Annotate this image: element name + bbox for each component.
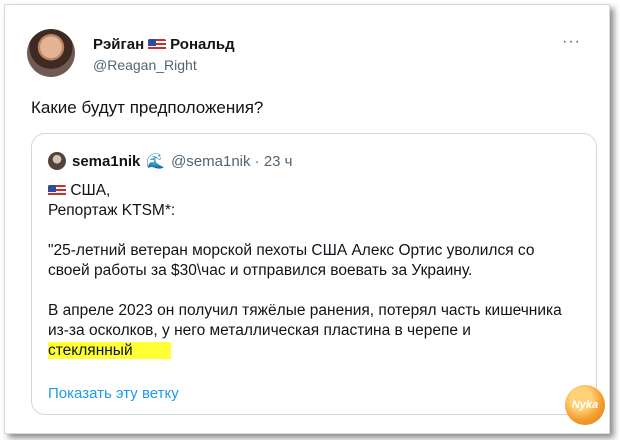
quoted-author-handle-time[interactable]: @sema1nik · 23 ч — [171, 153, 292, 170]
country-line: США, — [48, 181, 580, 201]
paragraph-2-text: В апреле 2023 он получил тяжёлые ранения… — [48, 302, 562, 339]
us-flag-icon — [48, 184, 66, 197]
show-thread-link[interactable]: Показать эту ветку — [48, 385, 179, 402]
quoted-tweet-header: sema1nik 🌊 @sema1nik · 23 ч — [48, 152, 293, 170]
quoted-tweet-body: США, Репортаж KTSM*: "25-летний ветеран … — [48, 181, 580, 361]
paragraph-1: "25-летний ветеран морской пехоты США Ал… — [48, 242, 535, 279]
more-options-icon[interactable]: ··· — [562, 33, 581, 51]
us-flag-icon — [148, 38, 167, 51]
author-last-name[interactable]: Рональд — [170, 36, 234, 53]
highlighted-word: стеклянный — [48, 342, 171, 359]
quoted-author-avatar[interactable] — [48, 152, 66, 170]
author-avatar[interactable] — [27, 29, 75, 77]
author-first-name[interactable]: Рэйган — [93, 36, 144, 53]
wave-icon: 🌊 — [146, 153, 166, 170]
paragraph-2: В апреле 2023 он получил тяжёлые ранения… — [48, 301, 580, 361]
country-text: США, — [70, 182, 111, 199]
quoted-tweet[interactable]: sema1nik 🌊 @sema1nik · 23 ч США, Репорта… — [31, 133, 597, 415]
author-handle[interactable]: @Reagan_Right — [93, 57, 197, 73]
tweet-card: Рэйган Рональд @Reagan_Right ··· Какие б… — [4, 4, 610, 434]
author-name-row[interactable]: Рэйган Рональд — [93, 36, 235, 53]
watermark-logo: Nyka — [565, 385, 605, 425]
tweet-text: Какие будут предположения? — [31, 98, 264, 117]
report-line: Репортаж KTSM*: — [48, 202, 176, 219]
quoted-author-name[interactable]: sema1nik — [72, 153, 140, 170]
